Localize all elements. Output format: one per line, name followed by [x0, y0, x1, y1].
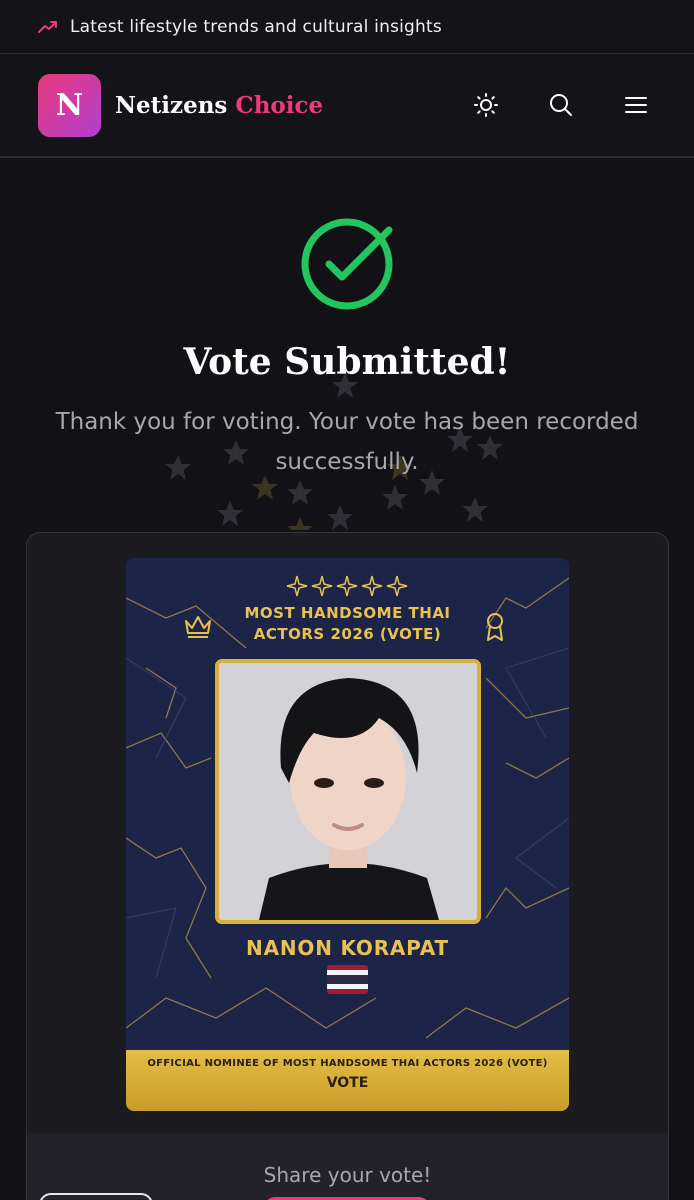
- site-logo[interactable]: N: [38, 73, 101, 137]
- nominee-card-footer: OFFICIAL NOMINEE OF MOST HANDSOME THAI A…: [126, 1050, 569, 1111]
- share-option-button[interactable]: [39, 1193, 153, 1200]
- vote-confirmation: Vote Submitted! Thank you for voting. Yo…: [0, 158, 694, 530]
- award-title: MOST HANDSOME THAI ACTORS 2026 (VOTE): [244, 604, 451, 643]
- nominee-name: NANON KORAPAT: [246, 936, 449, 960]
- check-circle-icon: [301, 218, 393, 310]
- brand-name-part1: Netizens: [115, 91, 228, 119]
- sun-icon: [474, 93, 498, 117]
- vote-label: VOTE: [326, 1075, 369, 1091]
- logo-letter: N: [55, 87, 84, 123]
- site-header: N Netizens Choice: [0, 54, 694, 158]
- official-nominee-text: OFFICIAL NOMINEE OF MOST HANDSOME THAI A…: [147, 1058, 548, 1069]
- trending-up-icon: [38, 20, 57, 33]
- crown-icon: [185, 616, 211, 638]
- search-icon: [550, 94, 572, 116]
- sparkle-stars-decoration: [286, 575, 408, 597]
- award-medal-icon: [487, 613, 503, 641]
- announcement-bar: Latest lifestyle trends and cultural ins…: [0, 0, 694, 54]
- brand-name[interactable]: Netizens Choice: [115, 92, 323, 119]
- thailand-flag-icon: [327, 965, 368, 994]
- tagline-text: Latest lifestyle trends and cultural ins…: [70, 16, 442, 37]
- share-prompt: Share your vote!: [263, 1163, 432, 1187]
- menu-button[interactable]: [616, 85, 656, 125]
- nominee-photo-frame: [215, 659, 481, 924]
- nominee-photo: [219, 663, 477, 920]
- confirmation-message: Thank you for voting. Your vote has been…: [55, 409, 639, 475]
- share-card-panel: MOST HANDSOME THAI ACTORS 2026 (VOTE) NA…: [26, 532, 669, 1200]
- brand-name-part2: Choice: [235, 91, 324, 119]
- menu-icon: [625, 97, 647, 113]
- search-button[interactable]: [541, 85, 581, 125]
- header-actions: [431, 85, 656, 125]
- theme-toggle-button[interactable]: [466, 85, 506, 125]
- confirmation-title: Vote Submitted!: [183, 341, 511, 383]
- nominee-card: MOST HANDSOME THAI ACTORS 2026 (VOTE) NA…: [126, 558, 569, 1111]
